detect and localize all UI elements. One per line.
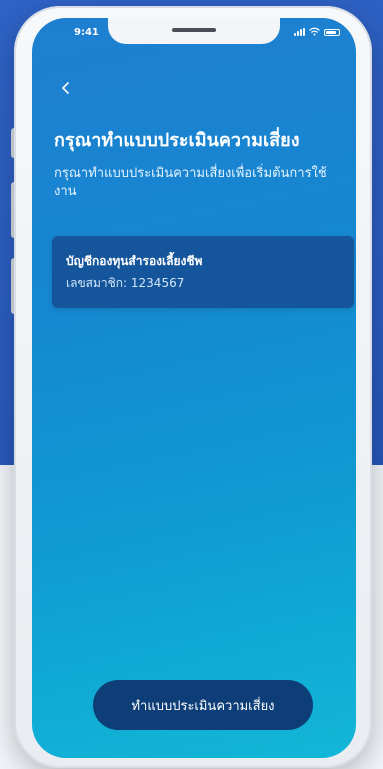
phone-screen: 9:41 กรุณาทำแบบประเมินความเสี่ยง กรุณาทำ… xyxy=(32,18,356,758)
page-title: กรุณาทำแบบประเมินความเสี่ยง xyxy=(54,130,300,151)
status-icons xyxy=(294,27,340,36)
phone-frame: 9:41 กรุณาทำแบบประเมินความเสี่ยง กรุณาทำ… xyxy=(14,6,372,768)
signal-icon xyxy=(294,28,305,36)
notch xyxy=(108,18,280,44)
stage: 9:41 กรุณาทำแบบประเมินความเสี่ยง กรุณาทำ… xyxy=(0,0,383,769)
account-name: บัญชีกองทุนสำรองเลี้ยงชีพ xyxy=(66,254,203,268)
status-time: 9:41 xyxy=(74,27,99,38)
back-button[interactable] xyxy=(54,76,78,100)
status-bar: 9:41 xyxy=(32,18,356,50)
account-card[interactable]: บัญชีกองทุนสำรองเลี้ยงชีพ เลขสมาชิก: 123… xyxy=(52,236,354,308)
battery-icon xyxy=(324,29,340,36)
account-member-number: เลขสมาชิก: 1234567 xyxy=(66,276,185,290)
page-subtitle: กรุณาทำแบบประเมินความเสี่ยงเพื่อเริ่มต้น… xyxy=(54,166,327,199)
start-risk-assessment-button[interactable]: ทำแบบประเมินความเสี่ยง xyxy=(93,680,313,730)
speaker-grille xyxy=(172,28,216,32)
wifi-icon xyxy=(309,27,320,36)
chevron-left-icon xyxy=(62,82,69,94)
